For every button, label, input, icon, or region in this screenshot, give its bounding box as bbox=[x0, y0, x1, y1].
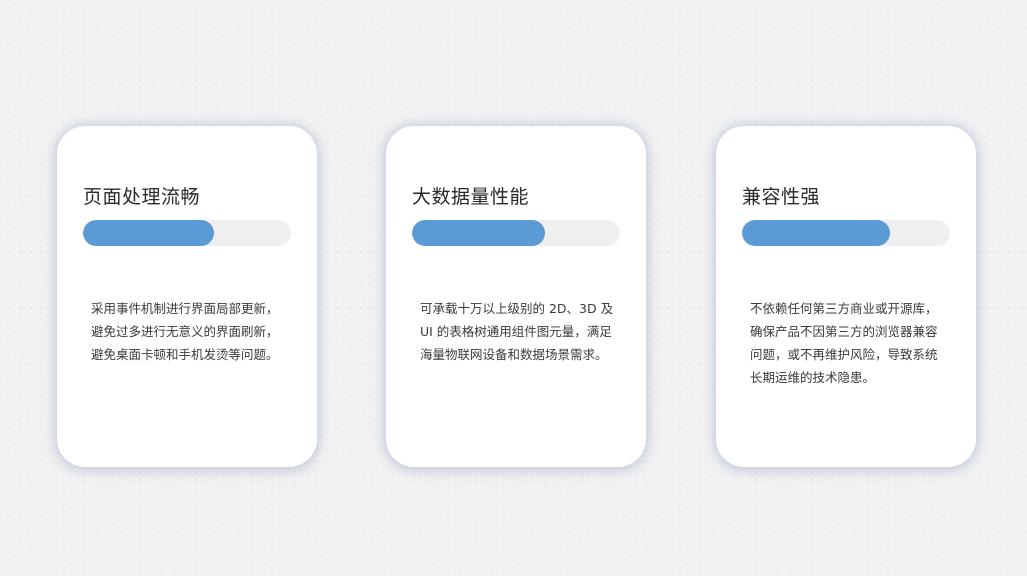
card-description: 采用事件机制进行界面局部更新， 避免过多进行无意义的界面刷新， 避免桌面卡顿和手… bbox=[91, 301, 279, 362]
card-title: 兼容性强 bbox=[742, 186, 821, 208]
progress-fill bbox=[742, 220, 890, 246]
feature-card-smooth: 页面处理流畅 采用事件机制进行界面局部更新， 避免过多进行无意义的界面刷新， 避… bbox=[57, 126, 317, 467]
feature-card-compatibility: 兼容性强 不依赖任何第三方商业或开源库， 确保产品不因第三方的浏览器兼容 问题，… bbox=[716, 126, 976, 467]
progress-fill bbox=[412, 220, 546, 246]
card-description: 可承载十万以上级别的 2D、3D 及 UI 的表格树通用组件图元量，满足 海量物… bbox=[420, 301, 614, 362]
card-title: 大数据量性能 bbox=[412, 186, 530, 208]
progress-fill bbox=[83, 220, 215, 246]
card-description: 不依赖任何第三方商业或开源库， 确保产品不因第三方的浏览器兼容 问题，或不再维护… bbox=[750, 301, 938, 385]
progress-track bbox=[742, 220, 950, 246]
progress-track bbox=[83, 220, 291, 246]
feature-card-performance: 大数据量性能 可承载十万以上级别的 2D、3D 及 UI 的表格树通用组件图元量… bbox=[386, 126, 646, 467]
progress-track bbox=[412, 220, 620, 246]
card-title: 页面处理流畅 bbox=[83, 186, 201, 208]
